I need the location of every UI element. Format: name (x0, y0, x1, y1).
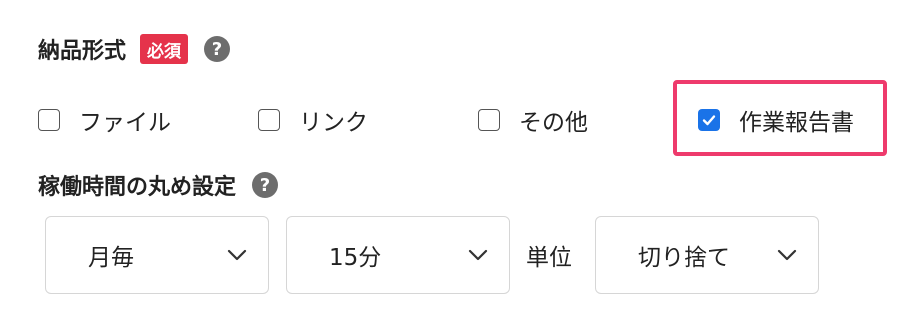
delivery-format-title: 納品形式 (38, 39, 127, 64)
other-checkbox[interactable] (478, 109, 500, 131)
delivery-option-link[interactable]: リンク (258, 100, 368, 140)
question-circle-icon[interactable]: ? (204, 36, 231, 62)
rounding-title: 稼働時間の丸め設定 (38, 175, 237, 200)
rounding-increment-value: 15分 (329, 245, 382, 271)
delivery-option-work-report[interactable]: 作業報告書 (698, 100, 854, 140)
chevron-down-icon (776, 244, 798, 266)
chevron-down-icon (226, 244, 248, 266)
checkmark-icon (702, 115, 716, 126)
work-report-checkbox[interactable] (698, 109, 720, 131)
delivery-option-label: その他 (519, 110, 588, 136)
rounding-method-select[interactable]: 切り捨て (595, 216, 819, 294)
delivery-option-other[interactable]: その他 (478, 100, 588, 140)
delivery-format-heading: 納品形式 必須 ? (38, 32, 231, 66)
delivery-option-label: リンク (299, 110, 368, 136)
rounding-period-value: 月毎 (88, 245, 134, 271)
rounding-increment-select[interactable]: 15分 (286, 216, 510, 294)
required-badge: 必須 (140, 34, 189, 64)
delivery-option-label: 作業報告書 (739, 110, 854, 136)
delivery-option-file[interactable]: ファイル (38, 100, 171, 140)
delivery-option-label: ファイル (79, 110, 171, 136)
file-checkbox[interactable] (38, 109, 60, 131)
chevron-down-icon (467, 244, 489, 266)
question-circle-icon[interactable]: ? (252, 172, 279, 198)
link-checkbox[interactable] (258, 109, 280, 131)
rounding-period-select[interactable]: 月毎 (45, 216, 269, 294)
unit-label: 単位 (526, 245, 572, 271)
rounding-heading: 稼働時間の丸め設定 ? (38, 168, 279, 202)
rounding-method-value: 切り捨て (638, 245, 730, 271)
